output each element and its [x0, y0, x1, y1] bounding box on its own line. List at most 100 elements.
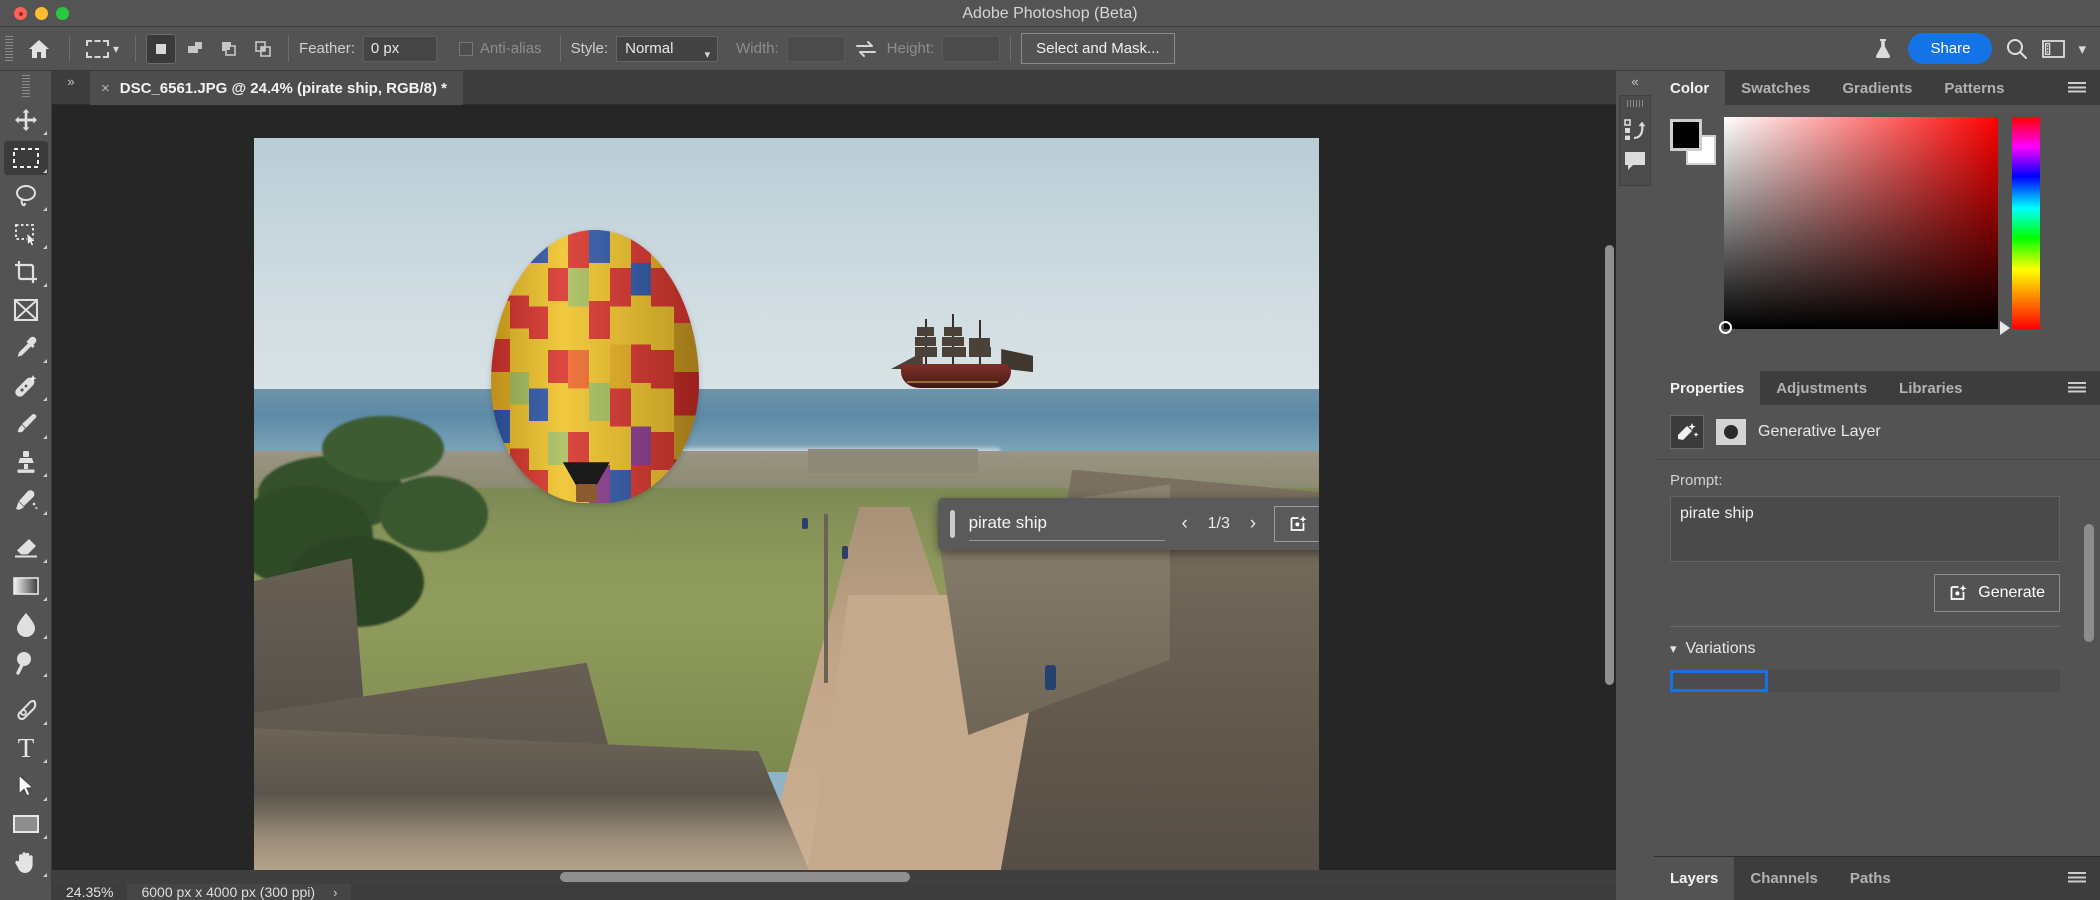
tab-channels[interactable]: Channels	[1734, 857, 1834, 900]
tab-swatches[interactable]: Swatches	[1725, 71, 1826, 105]
variation-thumbnail-selected[interactable]	[1670, 670, 1768, 692]
tools-panel-grip[interactable]	[22, 75, 30, 99]
history-brush-tool[interactable]	[0, 481, 52, 519]
eraser-tool[interactable]	[0, 529, 52, 567]
lasso-tool[interactable]	[0, 177, 52, 215]
tab-gradients[interactable]: Gradients	[1826, 71, 1928, 105]
workspace-icon[interactable]	[2041, 38, 2066, 60]
color-panel-tabs: Color Swatches Gradients Patterns	[1654, 71, 2100, 105]
style-label: Style:	[571, 40, 609, 57]
frame-tool[interactable]	[0, 291, 52, 329]
rectangle-tool[interactable]	[0, 805, 52, 843]
rail-grip[interactable]	[1627, 100, 1643, 107]
tab-layers[interactable]: Layers	[1654, 857, 1734, 900]
options-bar-grip[interactable]	[5, 36, 13, 62]
properties-scrollbar[interactable]	[2084, 524, 2094, 642]
toolbar-drag-handle[interactable]	[950, 510, 955, 538]
minimize-window-button[interactable]	[35, 7, 48, 20]
expand-panels-icon[interactable]: »	[52, 71, 90, 89]
properties-generate-button[interactable]: Generate	[1934, 574, 2060, 612]
maximize-window-button[interactable]	[56, 7, 69, 20]
tab-libraries[interactable]: Libraries	[1883, 371, 1978, 405]
tab-color[interactable]: Color	[1654, 71, 1725, 105]
home-icon[interactable]	[19, 29, 59, 69]
share-button[interactable]: Share	[1908, 33, 1992, 64]
document-canvas[interactable]: pirate ship ‹ 1/3 › Generate	[254, 138, 1319, 870]
layers-panel-menu-button[interactable]	[2054, 857, 2100, 900]
generative-fill-toolbar[interactable]: pirate ship ‹ 1/3 › Generate	[938, 498, 1319, 550]
color-panel-menu-button[interactable]	[2054, 71, 2100, 105]
move-tool[interactable]	[0, 101, 52, 139]
width-input[interactable]	[787, 36, 845, 62]
tool-options-corner	[43, 473, 47, 477]
tool-preset-picker[interactable]: ▾	[80, 40, 125, 58]
hand-tool[interactable]	[0, 843, 52, 881]
height-input[interactable]	[942, 36, 1000, 62]
properties-generate-row: Generate	[1670, 574, 2060, 612]
gradient-tool[interactable]	[0, 567, 52, 605]
pen-tool[interactable]	[0, 691, 52, 729]
next-variation-button[interactable]: ›	[1248, 513, 1258, 535]
feather-input[interactable]: 0 px	[363, 36, 437, 62]
object-selection-tool[interactable]	[0, 215, 52, 253]
document-info-field[interactable]: 6000 px x 4000 px (300 ppi) ›	[127, 884, 351, 900]
close-icon[interactable]: ×	[101, 80, 110, 97]
generative-prompt-input[interactable]: pirate ship	[969, 507, 1166, 541]
intersect-with-selection-button[interactable]	[248, 34, 278, 64]
tab-properties[interactable]: Properties	[1654, 371, 1760, 405]
crop-tool[interactable]	[0, 253, 52, 291]
variations-thumbnail-row[interactable]	[1670, 670, 2060, 692]
chevron-down-icon: ▾	[1670, 641, 1677, 657]
collapse-panels-icon[interactable]: «	[1616, 71, 1654, 89]
blur-tool[interactable]	[0, 605, 52, 643]
tab-patterns[interactable]: Patterns	[1928, 71, 2020, 105]
properties-panel-menu-button[interactable]	[2054, 371, 2100, 405]
canvas-horizontal-scrollbar[interactable]	[560, 872, 910, 882]
search-icon[interactable]	[2004, 36, 2029, 61]
tool-options-corner	[43, 207, 47, 211]
add-to-selection-button[interactable]	[180, 34, 210, 64]
anti-alias-checkbox[interactable]	[459, 42, 473, 56]
brush-tool[interactable]	[0, 405, 52, 443]
previous-variation-button[interactable]: ‹	[1179, 513, 1189, 535]
document-tab[interactable]: × DSC_6561.JPG @ 24.4% (pirate ship, RGB…	[90, 71, 463, 105]
path-selection-tool[interactable]	[0, 767, 52, 805]
select-and-mask-button[interactable]: Select and Mask...	[1021, 33, 1174, 64]
clone-stamp-tool[interactable]	[0, 443, 52, 481]
close-window-button[interactable]	[14, 7, 27, 20]
flask-icon[interactable]	[1870, 36, 1896, 62]
divider	[560, 36, 561, 62]
new-selection-button[interactable]	[146, 34, 176, 64]
saturation-value-picker[interactable]	[1724, 117, 1998, 329]
comments-icon[interactable]	[1620, 145, 1650, 177]
chevron-down-icon[interactable]: ▾	[2078, 40, 2086, 58]
ship-sail	[944, 327, 962, 336]
tool-options-corner	[43, 673, 47, 677]
prompt-textarea[interactable]: pirate ship	[1670, 496, 2060, 562]
tools-panel: T	[0, 71, 52, 900]
variations-section-header[interactable]: ▾ Variations	[1670, 640, 2084, 658]
anti-alias-option[interactable]: Anti-alias	[459, 40, 550, 57]
generate-button[interactable]: Generate	[1274, 506, 1319, 542]
hue-slider[interactable]	[2012, 117, 2040, 329]
ship-sail	[969, 338, 990, 347]
right-panel-dock: Color Swatches Gradients Patterns Proper…	[1654, 71, 2100, 900]
rectangular-marquee-tool[interactable]	[0, 139, 52, 177]
tab-paths[interactable]: Paths	[1834, 857, 1907, 900]
eyedropper-tool[interactable]	[0, 329, 52, 367]
style-select[interactable]: Normal ▾	[616, 36, 718, 62]
spot-healing-brush-tool[interactable]	[0, 367, 52, 405]
layer-mask-thumbnail[interactable]	[1716, 419, 1746, 445]
subtract-from-selection-button[interactable]	[214, 34, 244, 64]
horizontal-type-tool[interactable]: T	[0, 729, 52, 767]
foreground-color-swatch[interactable]	[1670, 119, 1702, 151]
dodge-tool[interactable]	[0, 643, 52, 681]
history-icon[interactable]	[1620, 113, 1650, 145]
canvas-vertical-scrollbar[interactable]	[1605, 245, 1614, 685]
tab-adjustments[interactable]: Adjustments	[1760, 371, 1883, 405]
swap-width-height-icon[interactable]	[845, 40, 887, 58]
chevron-right-icon[interactable]: ›	[333, 885, 337, 900]
canvas-area[interactable]: pirate ship ‹ 1/3 › Generate	[52, 105, 1616, 870]
zoom-level-field[interactable]: 24.35%	[52, 884, 127, 900]
ship-sail	[942, 337, 964, 346]
